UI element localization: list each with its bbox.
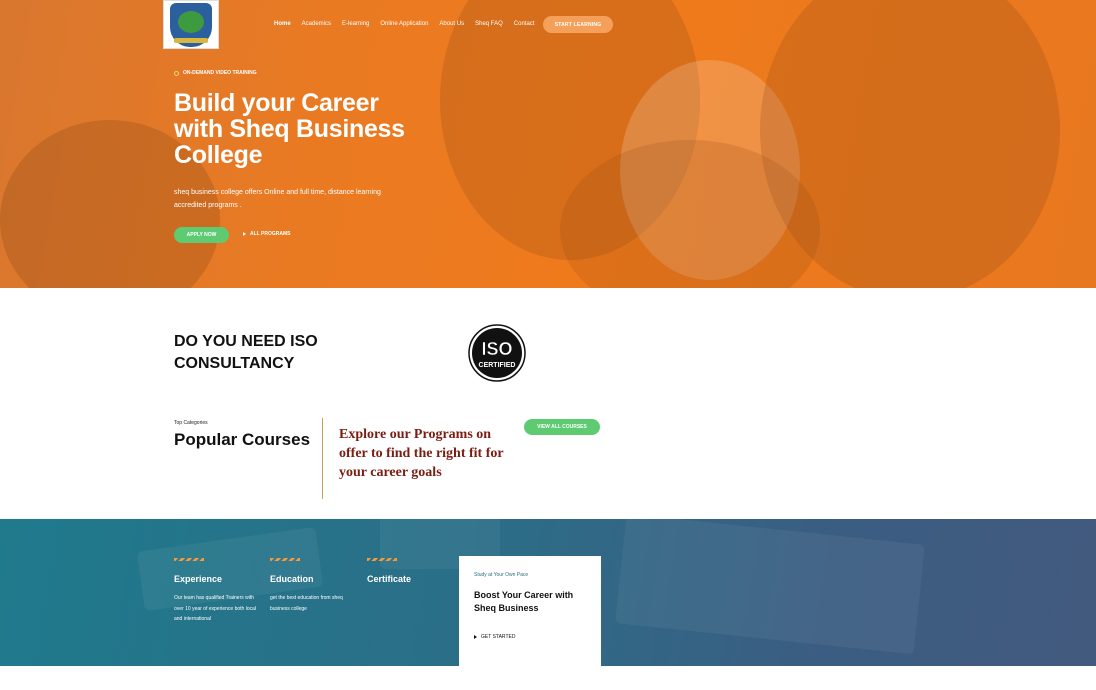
bg-shape — [615, 519, 925, 655]
stripe-icon — [174, 558, 204, 561]
nav-sheq-faq[interactable]: Sheq FAQ — [475, 19, 503, 30]
hero-section: Home Academics E-learning Online Applica… — [0, 0, 1096, 288]
feature-text: get the best education from sheq busines… — [270, 595, 343, 612]
page: Home Academics E-learning Online Applica… — [0, 0, 1096, 690]
feature-title: Experience — [174, 574, 223, 584]
iso-badge-subtext: CERTIFIED — [479, 362, 516, 369]
top-categories-label: Top Categories — [174, 420, 208, 426]
stripe-icon — [270, 558, 300, 561]
explore-programs-text: Explore our Programs on offer to find th… — [339, 427, 504, 480]
nav-elearning[interactable]: E-learning — [342, 19, 369, 30]
popular-courses-heading: Popular Courses — [174, 430, 311, 449]
boost-career-card: Study at Your Own Pace Boost Your Career… — [459, 556, 601, 666]
feature-experience: Experience Our team has qualified Traine… — [174, 558, 264, 625]
get-started-link[interactable]: GET STARTED — [474, 634, 515, 640]
feature-title: Education — [270, 574, 314, 584]
nav-academics[interactable]: Academics — [302, 19, 331, 30]
feature-certificate: Certificate — [367, 558, 457, 593]
feature-text: Our team has qualified Trainers with ove… — [174, 595, 256, 622]
hero-title: Build your Career with Sheq Business Col… — [174, 89, 405, 169]
nav-online-application[interactable]: Online Application — [380, 19, 428, 30]
college-logo[interactable] — [163, 0, 219, 49]
hero-description: sheq business college offers Online and … — [174, 189, 381, 209]
nav-home[interactable]: Home — [274, 19, 291, 30]
iso-badge-text: ISO — [481, 339, 512, 359]
view-all-courses-button[interactable]: VIEW ALL COURSES — [524, 419, 600, 435]
divider — [322, 418, 323, 499]
all-programs-label: ALL PROGRAMS — [250, 231, 291, 237]
feature-education: Education get the best education from sh… — [270, 558, 360, 614]
nav-contact[interactable]: Contact — [514, 19, 535, 30]
iso-certified-badge: ISO CERTIFIED — [468, 324, 526, 382]
stripe-icon — [367, 558, 397, 561]
play-icon — [474, 635, 477, 639]
feature-title: Certificate — [367, 574, 412, 584]
start-learning-button[interactable]: START LEARNING — [543, 16, 613, 33]
iso-consultancy-heading: DO YOU NEED ISO CONSULTANCY — [174, 333, 318, 372]
circle-icon — [174, 70, 179, 76]
card-title: Boost Your Career with Sheq Business — [474, 590, 574, 613]
play-icon — [243, 232, 246, 236]
hero-eyebrow: ON-DEMAND VIDEO TRAINING — [174, 70, 257, 76]
main-nav: Home Academics E-learning Online Applica… — [274, 19, 545, 30]
get-started-label: GET STARTED — [481, 634, 516, 640]
all-programs-link[interactable]: ALL PROGRAMS — [243, 231, 290, 237]
card-kicker: Study at Your Own Pace — [474, 572, 529, 578]
apply-now-button[interactable]: APPLY NOW — [174, 227, 229, 243]
crest-icon — [170, 2, 212, 47]
nav-about-us[interactable]: About Us — [439, 19, 464, 30]
hero-eyebrow-text: ON-DEMAND VIDEO TRAINING — [183, 70, 257, 76]
